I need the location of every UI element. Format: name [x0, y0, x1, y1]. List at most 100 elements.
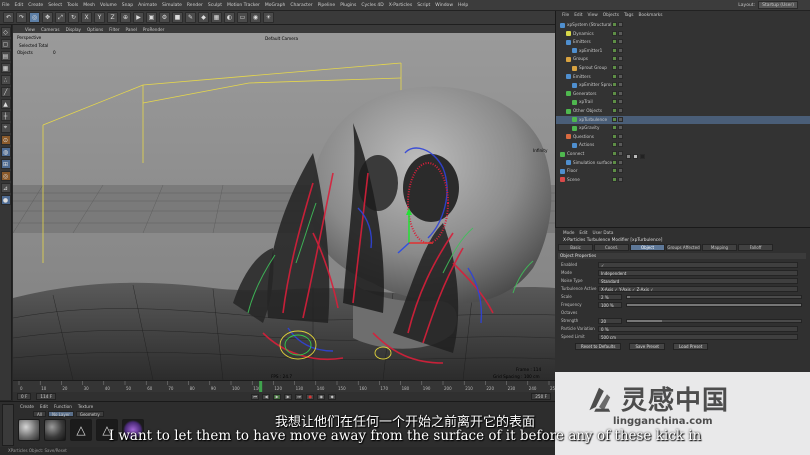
deformer-icon[interactable]: ◐: [224, 12, 235, 23]
render-flag-icon[interactable]: [618, 176, 623, 182]
object-row[interactable]: Emitters: [556, 38, 810, 46]
menu-item-mesh[interactable]: Mesh: [83, 3, 95, 8]
object-row[interactable]: xpTrail: [556, 98, 810, 106]
viewport-menu-filter[interactable]: Filter: [109, 27, 119, 32]
object-row[interactable]: Sprout Group: [556, 64, 810, 72]
visibility-flag-icon[interactable]: [612, 30, 617, 36]
attribute-button-save-preset[interactable]: Save Preset: [629, 343, 665, 350]
visibility-flag-icon[interactable]: [612, 142, 617, 148]
viewport[interactable]: View Cameras Display Options Filter Panel ProR…: [13, 25, 555, 380]
visibility-flag-icon[interactable]: [612, 56, 617, 62]
autokey-icon[interactable]: ◉: [317, 393, 326, 400]
object-menu-view[interactable]: View: [588, 13, 598, 18]
play-icon[interactable]: ▶: [273, 393, 282, 400]
material-menu-create[interactable]: Create: [20, 404, 34, 409]
attribute-tab-basic[interactable]: Basic: [558, 244, 593, 251]
menu-item-animate[interactable]: Animate: [138, 3, 157, 8]
menu-item-cycles-4d[interactable]: Cycles 4D: [361, 3, 383, 8]
menu-item-simulate[interactable]: Simulate: [162, 3, 182, 8]
viewport-menu-display[interactable]: Display: [66, 27, 81, 32]
pen-icon[interactable]: ✎: [185, 12, 196, 23]
property-value-field[interactable]: 500 cm: [598, 334, 798, 340]
visibility-flag-icon[interactable]: [612, 176, 617, 182]
redo-icon[interactable]: ↷: [16, 12, 27, 23]
coord-system-icon[interactable]: ⊕: [120, 12, 131, 23]
tweak-mode-icon[interactable]: ⌖: [0, 123, 11, 133]
property-slider[interactable]: [626, 295, 802, 299]
menu-item-sculpt[interactable]: Sculpt: [208, 3, 222, 8]
menu-item-edit[interactable]: Edit: [15, 3, 24, 8]
object-row[interactable]: xpTurbulence: [556, 115, 810, 124]
attribute-tab-falloff[interactable]: Falloff: [738, 244, 773, 251]
attribute-tab-coord-[interactable]: Coord.: [594, 244, 629, 251]
property-value-field[interactable]: 20: [598, 318, 622, 324]
go-to-start-icon[interactable]: ⏮: [251, 393, 260, 400]
visibility-flag-icon[interactable]: [612, 159, 617, 165]
viewport-menu-cameras[interactable]: Cameras: [41, 27, 60, 32]
texture-tag-icon[interactable]: [640, 154, 645, 159]
menu-item-mograph[interactable]: MoGraph: [265, 3, 285, 8]
object-row[interactable]: Generators: [556, 90, 810, 98]
keyframe-icon[interactable]: ◆: [328, 393, 337, 400]
object-row[interactable]: Scene: [556, 176, 810, 184]
object-row[interactable]: Connect: [556, 150, 810, 158]
visibility-flag-icon[interactable]: [612, 125, 617, 131]
viewport-menu-prorender[interactable]: ProRender: [143, 27, 165, 32]
attribute-tab-groups-affected[interactable]: Groups Affected: [666, 244, 701, 251]
scale-icon[interactable]: ⤢: [55, 12, 66, 23]
render-flag-icon[interactable]: [618, 47, 623, 53]
previous-key-icon[interactable]: ◀: [262, 393, 271, 400]
render-flag-icon[interactable]: [618, 151, 623, 156]
render-flag-icon[interactable]: [618, 30, 623, 36]
object-row[interactable]: xpEmitter1: [556, 47, 810, 55]
menu-item-select[interactable]: Select: [48, 3, 62, 8]
z-axis-icon[interactable]: Z: [107, 12, 118, 23]
move-icon[interactable]: ✥: [42, 12, 53, 23]
solo-icon[interactable]: ◎: [0, 171, 11, 181]
timeline[interactable]: 0 10 20 30 40 50 60 70 80 90 100 110 120 130 140 150 160…: [13, 380, 558, 393]
material-tag-icon[interactable]: [633, 154, 638, 159]
polygons-mode-icon[interactable]: ▲: [0, 99, 11, 109]
visibility-flag-icon[interactable]: [612, 82, 617, 88]
visibility-flag-icon[interactable]: [612, 90, 617, 96]
render-flag-icon[interactable]: [618, 65, 623, 70]
render-flag-icon[interactable]: [618, 142, 623, 148]
render-settings-icon[interactable]: ⚙: [159, 12, 170, 23]
menu-item-snap[interactable]: Snap: [122, 3, 133, 8]
visibility-flag-icon[interactable]: [612, 65, 617, 70]
object-menu-objects[interactable]: Objects: [603, 13, 619, 18]
menu-item-plugins[interactable]: Plugins: [340, 3, 356, 8]
render-picture-viewer-icon[interactable]: ▣: [146, 12, 157, 23]
workplane-icon[interactable]: ▦: [0, 63, 11, 73]
object-row[interactable]: Groups: [556, 55, 810, 63]
render-flag-icon[interactable]: [618, 22, 623, 27]
frame-start-field[interactable]: 0 F: [17, 393, 32, 400]
render-flag-icon[interactable]: [618, 159, 623, 165]
viewport-scene[interactable]: Perspective Default Camera Selected Tota…: [13, 33, 555, 380]
render-flag-icon[interactable]: [618, 168, 623, 174]
object-menu-bookmarks[interactable]: Bookmarks: [638, 13, 662, 18]
viewport-menu-panel[interactable]: Panel: [126, 27, 137, 32]
attribute-menu-user-data[interactable]: User Data: [593, 230, 614, 235]
next-key-icon[interactable]: ▶: [284, 393, 293, 400]
current-frame-field[interactable]: 114 F: [36, 393, 57, 400]
visibility-flag-icon[interactable]: [612, 116, 617, 122]
visibility-flag-icon[interactable]: [612, 168, 617, 174]
menu-item-create[interactable]: Create: [28, 3, 43, 8]
attribute-menu-mode[interactable]: Mode: [563, 230, 574, 235]
visibility-flag-icon[interactable]: [612, 73, 617, 79]
render-flag-icon[interactable]: [618, 133, 623, 139]
property-value-field[interactable]: 0 %: [598, 326, 798, 332]
property-value-field[interactable]: ✓: [598, 262, 798, 268]
planar-workplane-icon[interactable]: ⊿: [0, 183, 11, 193]
camera-icon[interactable]: ◉: [250, 12, 261, 23]
rotate-icon[interactable]: ↻: [68, 12, 79, 23]
viewport-menu-options[interactable]: Options: [87, 27, 103, 32]
y-axis-icon[interactable]: Y: [94, 12, 105, 23]
property-value-field[interactable]: 2 %: [598, 294, 622, 300]
undo-icon[interactable]: ↶: [3, 12, 14, 23]
texture-mode-icon[interactable]: ▤: [0, 51, 11, 61]
go-to-end-icon[interactable]: ⏭: [295, 393, 304, 400]
property-slider[interactable]: [626, 319, 802, 323]
property-value-field[interactable]: Standard: [598, 278, 798, 284]
